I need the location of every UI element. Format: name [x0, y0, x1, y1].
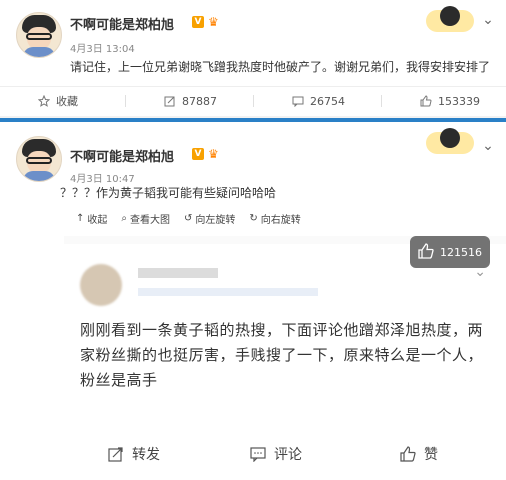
embedded-screenshot: ⌄ 刚刚看到一条黄子韬的热搜，下面评论他蹭郑泽旭热度，两家粉丝撕的也挺厉害，手贱…	[64, 244, 506, 480]
collapse-icon: ↑	[76, 213, 85, 224]
view-large-label: 查看大图	[130, 215, 170, 226]
rotate-right-icon: ↻	[249, 213, 258, 224]
rotate-right-button[interactable]: ↻ 向右旋转	[249, 211, 300, 226]
chevron-down-icon[interactable]: ⌄	[480, 12, 496, 28]
comment-icon	[250, 446, 266, 463]
like-button[interactable]: 153339	[420, 87, 480, 115]
magnify-icon: ⌕	[121, 213, 127, 224]
blurred-avatar	[80, 264, 122, 306]
image-toolbar: ↑ 收起 ⌕ 查看大图 ↺ 向左旋转 ↻ 向右旋转	[76, 211, 301, 226]
action-divider	[253, 95, 254, 107]
blurred-meta	[138, 288, 318, 296]
embedded-post-text: 刚刚看到一条黄子韬的热搜，下面评论他蹭郑泽旭热度，两家粉丝撕的也挺厉害，手贱搜了…	[80, 321, 484, 389]
thumbs-up-icon	[418, 242, 434, 262]
embedded-repost-label: 转发	[132, 447, 160, 463]
comment-icon	[292, 95, 304, 108]
post-action-bar: 收藏 87887 26754 153339	[0, 86, 506, 115]
decorative-card-icon	[426, 6, 476, 34]
attached-image[interactable]: ⌄ 刚刚看到一条黄子韬的热搜，下面评论他蹭郑泽旭热度，两家粉丝撕的也挺厉害，手贱…	[64, 236, 506, 480]
repost-icon	[108, 446, 124, 462]
rotate-left-icon: ↺	[184, 213, 193, 224]
post-text: ？？？作为黄子韬我可能有些疑问哈哈哈	[60, 186, 277, 200]
embedded-comment-label: 评论	[274, 447, 302, 463]
repost-count: 87887	[182, 94, 217, 108]
embedded-like: 赞	[400, 444, 438, 464]
chevron-down-icon[interactable]: ⌄	[480, 138, 496, 154]
decorative-card-icon	[426, 128, 476, 156]
like-count: 153339	[438, 94, 480, 108]
post-card-1: 不啊可能是郑柏旭 V ♛ 4月3日 13:04 请记住，上一位兄弟谢晓飞蹭我热度…	[0, 0, 506, 116]
post-time: 4月3日 10:47	[70, 174, 135, 185]
comment-count: 26754	[310, 94, 345, 108]
view-large-button[interactable]: ⌕ 查看大图	[121, 211, 170, 226]
floating-like-button[interactable]: 121516	[410, 236, 490, 268]
avatar[interactable]	[16, 136, 62, 182]
author-name[interactable]: 不啊可能是郑柏旭	[70, 146, 174, 165]
vip-crown-icon: ♛	[208, 147, 219, 161]
vip-crown-icon: ♛	[208, 15, 219, 29]
thumbs-up-icon	[420, 95, 432, 107]
repost-icon	[164, 95, 176, 107]
action-divider	[125, 95, 126, 107]
embedded-repost: 转发	[108, 444, 160, 464]
repost-button[interactable]: 87887	[164, 87, 217, 115]
collapse-button[interactable]: ↑ 收起	[76, 211, 107, 226]
favorite-button[interactable]: 收藏	[37, 87, 78, 115]
verified-badge: V	[192, 148, 204, 160]
avatar[interactable]	[16, 12, 62, 58]
thumbs-up-icon	[400, 446, 416, 462]
rotate-right-label: 向右旋转	[260, 215, 301, 226]
verified-badge: V	[192, 16, 204, 28]
rotate-left-button[interactable]: ↺ 向左旋转	[184, 211, 235, 226]
collapse-label: 收起	[87, 215, 108, 226]
floating-like-count: 121516	[440, 245, 482, 259]
author-name[interactable]: 不啊可能是郑柏旭	[70, 14, 174, 33]
rotate-left-label: 向左旋转	[195, 215, 236, 226]
favorite-label: 收藏	[56, 95, 78, 108]
comment-button[interactable]: 26754	[292, 87, 345, 115]
embedded-action-bar: 转发 评论 赞	[64, 430, 506, 480]
embedded-comment: 评论	[250, 444, 302, 464]
star-icon	[37, 94, 51, 107]
action-divider	[381, 95, 382, 107]
blurred-name	[138, 268, 218, 278]
embedded-like-label: 赞	[424, 447, 438, 463]
post-text: 请记住，上一位兄弟谢晓飞蹭我热度时他破产了。谢谢兄弟们，我得安排安排了	[70, 60, 491, 74]
post-time: 4月3日 13:04	[70, 44, 135, 55]
